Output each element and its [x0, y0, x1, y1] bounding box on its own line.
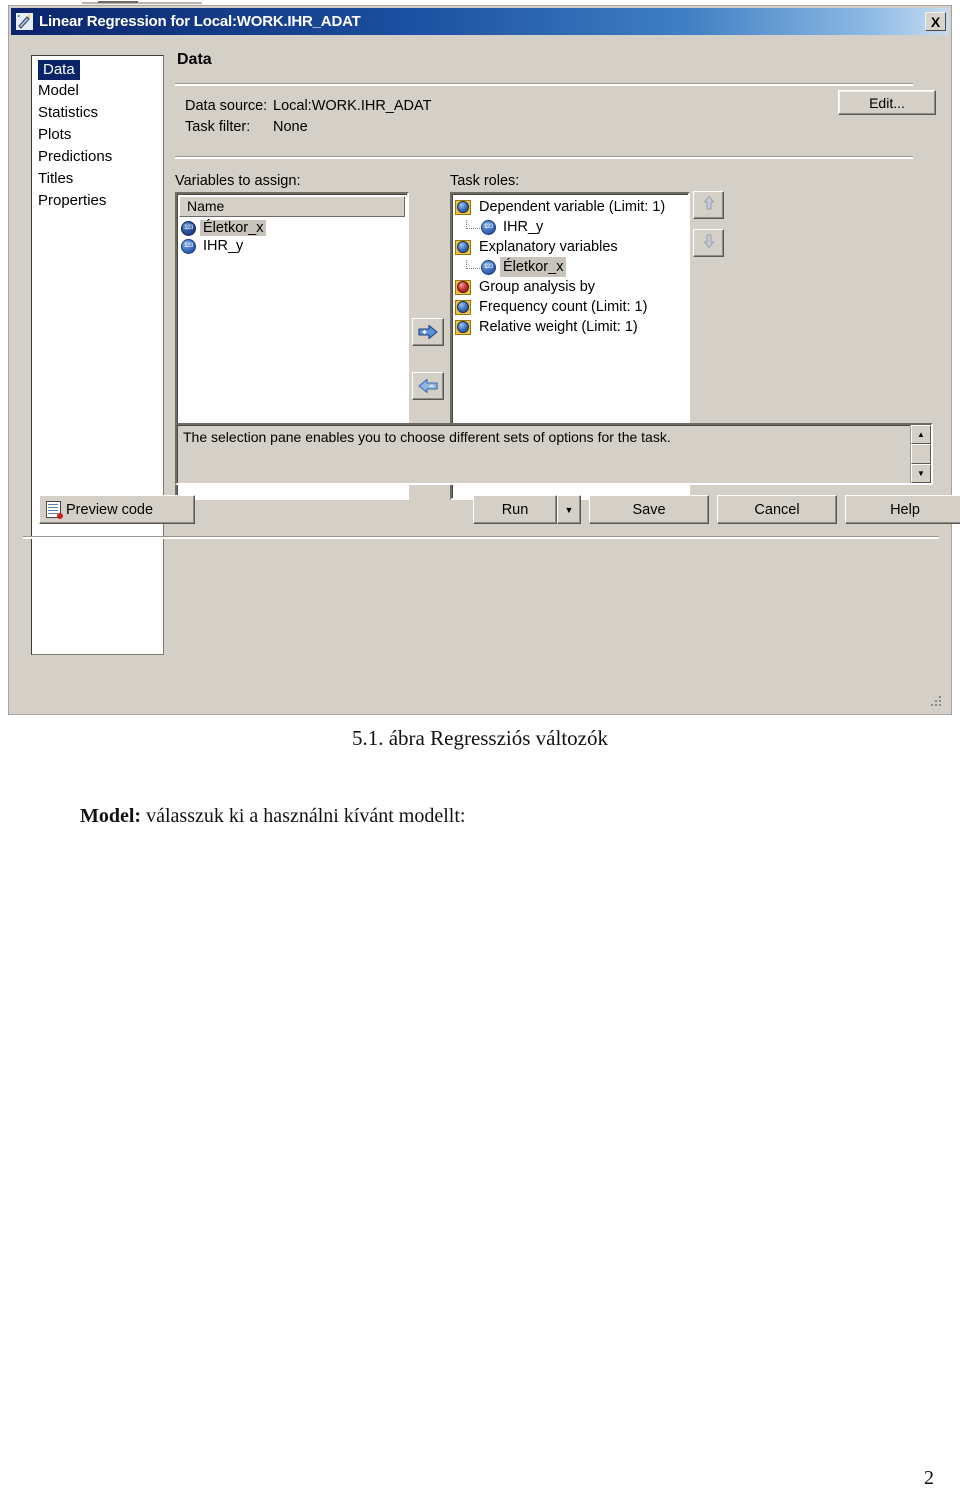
document-page: Linear Regression for Local:WORK.IHR_ADA…: [0, 0, 960, 1512]
task-filter-label: Task filter:: [185, 119, 251, 135]
move-down-button[interactable]: [693, 229, 724, 257]
task-role-row[interactable]: Dependent variable (Limit: 1): [452, 197, 688, 217]
numeric-variable-icon: [481, 259, 496, 275]
role-icon: [455, 299, 471, 315]
wand-icon: [16, 13, 33, 30]
task-role-row[interactable]: Group analysis by: [452, 277, 688, 297]
help-scrollbar[interactable]: ▲ ▼: [910, 425, 931, 483]
sidebar-item-predictions[interactable]: Predictions: [32, 146, 163, 168]
paragraph-text: válasszuk ki a használni kívánt modellt:: [141, 805, 466, 827]
page-number: 2: [924, 1467, 934, 1489]
scrollbar-track[interactable]: [911, 444, 931, 464]
sidebar-item-data[interactable]: Data: [32, 59, 163, 80]
arrow-left-minus-icon: [418, 378, 438, 394]
move-up-button[interactable]: [693, 191, 724, 219]
task-role-label: Explanatory variables: [479, 239, 618, 255]
arrow-down-icon: [702, 233, 716, 254]
arrow-right-plus-icon: [418, 324, 438, 340]
variables-column-header: Name: [179, 196, 405, 217]
selection-pane[interactable]: Data Model Statistics Plots Predictions …: [31, 55, 164, 655]
transfer-button-group: [412, 318, 445, 426]
help-text: The selection pane enables you to choose…: [183, 429, 671, 445]
role-icon: [455, 319, 471, 335]
variable-name: IHR_y: [203, 238, 244, 254]
tree-connector-icon: [466, 260, 480, 269]
sidebar-item-plots[interactable]: Plots: [32, 124, 163, 146]
role-icon: [455, 239, 471, 255]
close-icon[interactable]: X: [925, 12, 946, 31]
preview-code-button[interactable]: Preview code: [39, 495, 195, 524]
preview-code-label: Preview code: [66, 501, 154, 518]
sidebar-item-titles[interactable]: Titles: [32, 168, 163, 190]
window-title: Linear Regression for Local:WORK.IHR_ADA…: [39, 13, 361, 30]
scroll-down-button[interactable]: ▼: [911, 464, 931, 483]
numeric-variable-icon: [181, 238, 196, 254]
variable-name: Életkor_x: [200, 220, 267, 236]
task-roles-label: Task roles:: [450, 173, 520, 189]
linear-regression-dialog: Linear Regression for Local:WORK.IHR_ADA…: [8, 5, 960, 715]
status-divider: [23, 536, 939, 539]
list-item[interactable]: IHR_y: [177, 237, 407, 255]
dialog-button-bar: Preview code Run ▼ Save Cancel Help: [31, 495, 960, 531]
arrow-up-icon: [702, 195, 716, 216]
list-item[interactable]: Életkor_x: [177, 219, 407, 237]
task-role-child-row[interactable]: IHR_y: [452, 217, 688, 237]
task-role-label: Frequency count (Limit: 1): [479, 299, 648, 315]
page-title: Data: [177, 51, 212, 68]
task-role-child-row[interactable]: Életkor_x: [452, 257, 688, 277]
data-source-block: Data source: Local:WORK.IHR_ADAT Task fi…: [185, 90, 941, 138]
selection-list: Data Model Statistics Plots Predictions …: [32, 59, 163, 212]
task-role-row[interactable]: Frequency count (Limit: 1): [452, 297, 688, 317]
task-filter-row: Task filter: None: [185, 117, 941, 138]
role-icon: [455, 199, 471, 215]
scrollbar-thumb[interactable]: [911, 444, 931, 464]
data-source-value: Local:WORK.IHR_ADAT: [273, 98, 432, 114]
run-dropdown-button[interactable]: ▼: [557, 495, 581, 524]
group-role-icon: [455, 279, 471, 295]
sidebar-item-data-label: Data: [38, 60, 80, 80]
task-role-variable: IHR_y: [503, 219, 544, 235]
task-role-row[interactable]: Relative weight (Limit: 1): [452, 317, 688, 337]
task-role-variable: Életkor_x: [500, 257, 567, 277]
task-role-label: Group analysis by: [479, 279, 596, 295]
sidebar-item-model[interactable]: Model: [32, 80, 163, 102]
divider-top: [175, 83, 913, 86]
unassign-left-arrow-button[interactable]: [412, 372, 444, 400]
resize-grip[interactable]: [931, 696, 943, 708]
save-button[interactable]: Save: [589, 495, 709, 524]
data-source-row: Data source: Local:WORK.IHR_ADAT: [185, 96, 941, 117]
numeric-variable-icon: [481, 219, 496, 235]
paragraph-bold-lead: Model:: [80, 805, 142, 827]
task-filter-value: None: [273, 119, 308, 135]
run-button[interactable]: Run: [473, 495, 557, 524]
cancel-button[interactable]: Cancel: [717, 495, 837, 524]
task-role-label: Relative weight (Limit: 1): [479, 319, 638, 335]
data-source-label: Data source:: [185, 98, 268, 114]
sidebar-item-properties[interactable]: Properties: [32, 190, 163, 212]
edit-button[interactable]: Edit...: [838, 90, 936, 115]
reorder-button-group: [693, 191, 725, 267]
notepad-icon: [46, 501, 63, 519]
dialog-client-area: Data Model Statistics Plots Predictions …: [11, 37, 960, 712]
body-paragraph: Model: válasszuk ki a használni kívánt m…: [80, 805, 465, 828]
help-button[interactable]: Help: [845, 495, 960, 524]
tree-connector-icon: [466, 220, 480, 229]
sidebar-item-statistics[interactable]: Statistics: [32, 102, 163, 124]
assign-right-arrow-button[interactable]: [412, 318, 444, 346]
chevron-down-icon: ▼: [564, 504, 574, 515]
task-role-label: Dependent variable (Limit: 1): [479, 199, 666, 215]
variables-to-assign-label: Variables to assign:: [175, 173, 301, 189]
numeric-variable-icon: [181, 220, 196, 236]
divider-middle: [175, 156, 913, 159]
scroll-up-button[interactable]: ▲: [911, 425, 931, 444]
title-bar: Linear Regression for Local:WORK.IHR_ADA…: [11, 8, 949, 35]
content-pane: Data Data source: Local:WORK.IHR_ADAT Ta…: [23, 51, 960, 704]
task-role-row[interactable]: Explanatory variables: [452, 237, 688, 257]
help-pane: The selection pane enables you to choose…: [175, 423, 933, 485]
figure-caption: 5.1. ábra Regressziós változók: [351, 726, 608, 750]
